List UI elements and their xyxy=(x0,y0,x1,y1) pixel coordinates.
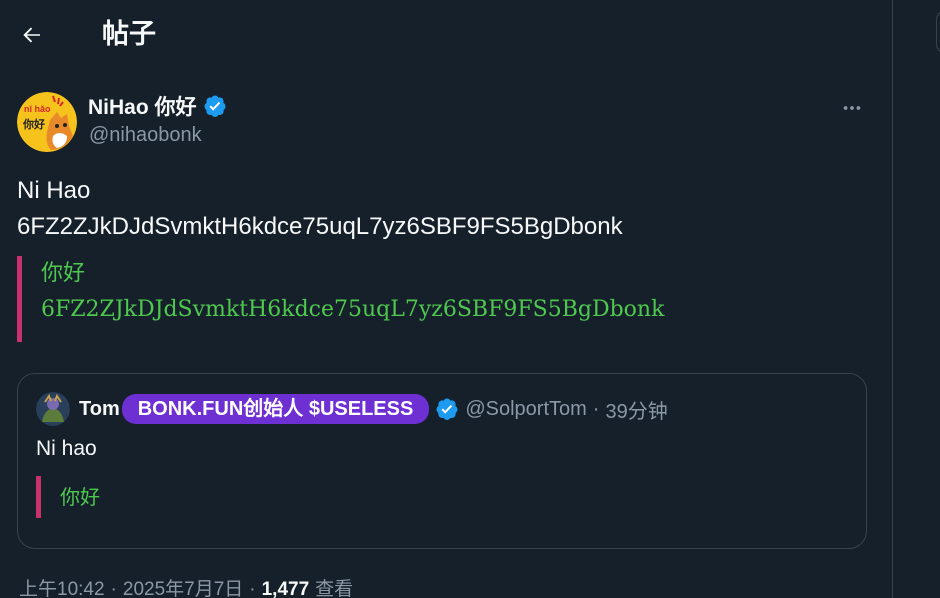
quoted-author-handle[interactable]: @SolportTom xyxy=(465,398,586,421)
meta-separator: · xyxy=(110,579,117,598)
main-column: 帖子 nǐ hǎo 你好 NiHao 你好 @nihaobonk Ni Hao xyxy=(0,0,893,598)
post-text-line: 6FZ2ZJkDJdSvmktH6kdce75uqL7yz6SBF9FS5BgD… xyxy=(17,213,623,240)
blockquote-line: 你好 xyxy=(41,261,86,286)
post-date[interactable]: 2025年7月7日 xyxy=(123,578,243,598)
quoted-blockquote-line: 你好 xyxy=(60,485,100,509)
author-display-name[interactable]: NiHao 你好 xyxy=(88,91,197,121)
avatar-text-top: nǐ hǎo xyxy=(24,104,51,114)
post-blockquote: 你好 6FZ2ZJkDJdSvmktH6kdce75uqL7yz6SBF9FS5… xyxy=(17,256,777,342)
verified-badge-icon xyxy=(436,398,458,420)
meta-separator: · xyxy=(249,579,256,598)
post-time[interactable]: 上午10:42 xyxy=(19,578,105,598)
more-horizontal-icon xyxy=(843,106,861,110)
verified-badge-icon xyxy=(204,95,226,117)
quoted-avatar-icon xyxy=(36,392,70,426)
views-count: 1,477 xyxy=(261,579,310,598)
page-header: 帖子 xyxy=(0,0,893,70)
avatar-text-bottom: 你好 xyxy=(23,119,45,131)
blockquote-line: 6FZ2ZJkDJdSvmktH6kdce75uqL7yz6SBF9FS5BgD… xyxy=(41,297,665,322)
quoted-author-name[interactable]: Tom xyxy=(79,398,120,421)
quoted-post-text: Ni hao xyxy=(36,437,97,460)
post-meta: 上午10:42 · 2025年7月7日 · 1,477 查看 xyxy=(19,578,353,598)
views-label: 查看 xyxy=(315,579,354,598)
post-text: Ni Hao 6FZ2ZJkDJdSvmktH6kdce75uqL7yz6SBF… xyxy=(17,173,623,245)
more-options-button[interactable] xyxy=(834,90,870,126)
avatar[interactable]: nǐ hǎo 你好 xyxy=(17,92,77,152)
quoted-separator: · xyxy=(592,397,600,420)
post-text-line: Ni Hao xyxy=(17,177,91,204)
sidebar-search-box[interactable] xyxy=(936,10,940,54)
quoted-author-badge: BONK.FUN创始人 $USELESS xyxy=(121,394,430,424)
arrow-left-icon xyxy=(23,27,40,43)
quoted-avatar[interactable] xyxy=(36,392,70,426)
quoted-blockquote: 你好 xyxy=(36,476,100,518)
quoted-post-header: Tom BONK.FUN创始人 $USELESS @SolportTom · 3… xyxy=(79,394,668,424)
right-sidebar xyxy=(894,0,940,598)
author-name-row[interactable]: NiHao 你好 xyxy=(88,92,227,120)
quoted-timestamp[interactable]: 39分钟 xyxy=(605,395,667,424)
back-button[interactable] xyxy=(14,17,50,53)
quoted-post-card[interactable]: Tom BONK.FUN创始人 $USELESS @SolportTom · 3… xyxy=(17,373,867,549)
page-title: 帖子 xyxy=(102,19,156,49)
author-handle[interactable]: @nihaobonk xyxy=(89,124,202,147)
